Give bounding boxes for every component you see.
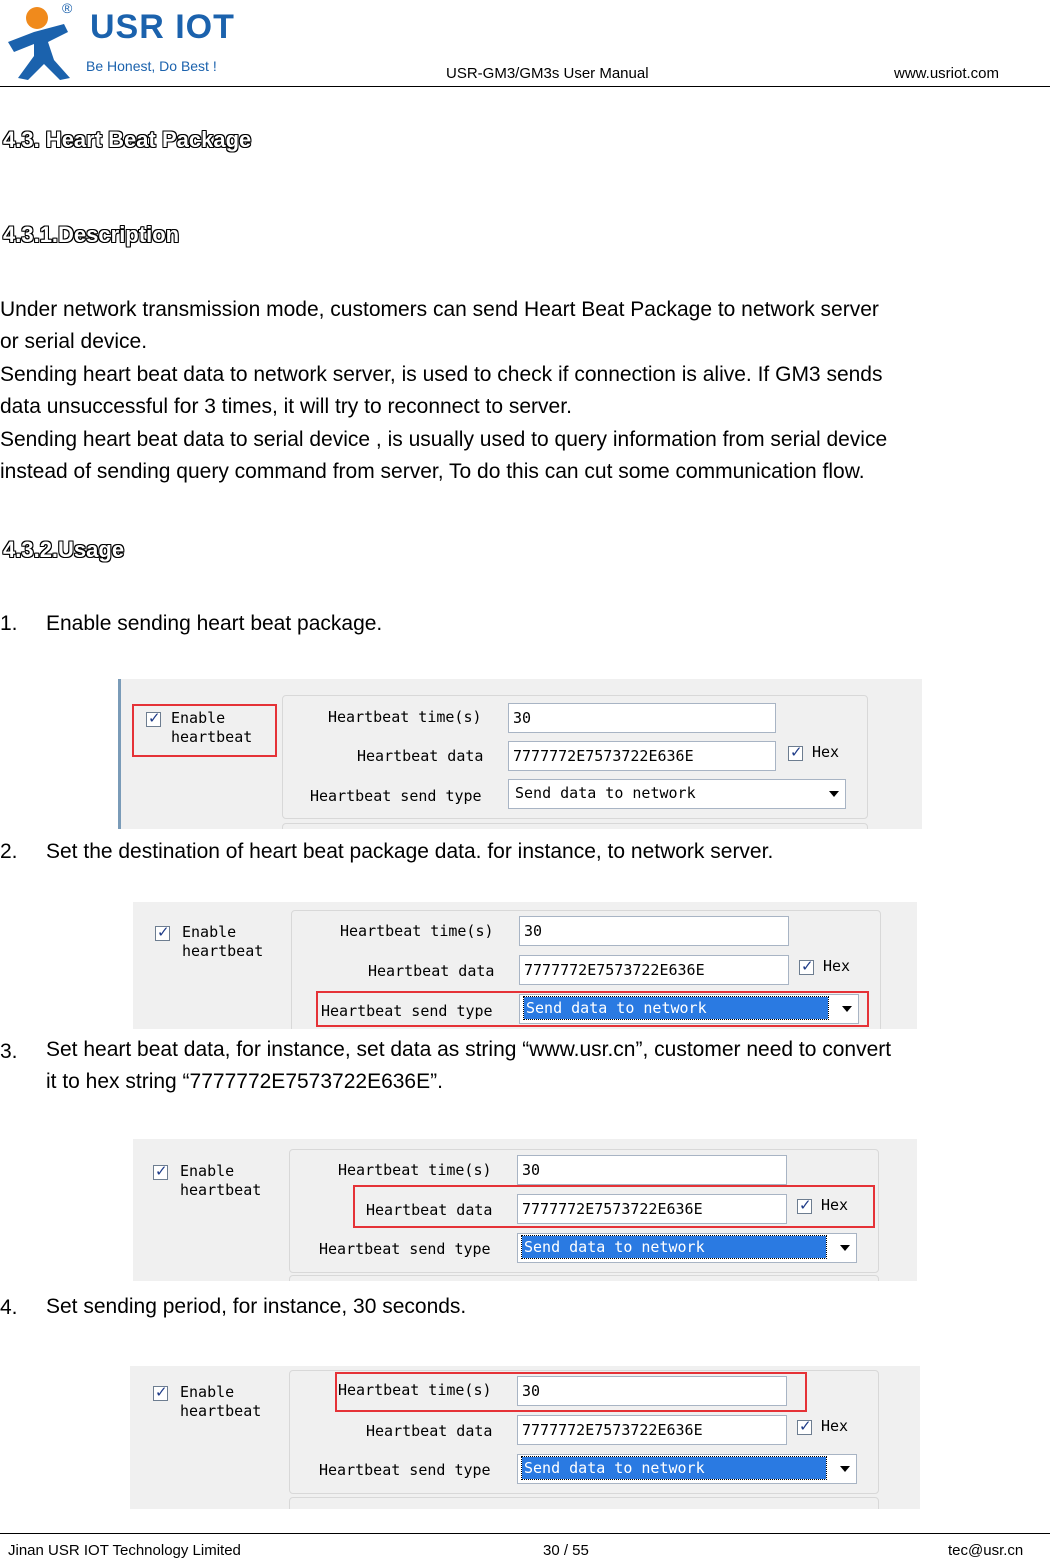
step-number: 4. [0,1296,18,1319]
heartbeat-send-type-label: Heartbeat send type [310,787,482,805]
page-number: 30 / 55 [543,1542,589,1559]
highlight-box [353,1185,875,1228]
description-line: or serial device. [0,330,148,353]
heartbeat-time-label: Heartbeat time(s) [340,922,494,940]
section-heading-4-3-2: 4.3.2.Usage [3,537,125,562]
window-edge [118,679,121,829]
enable-heartbeat-checkbox[interactable] [153,1162,168,1180]
heartbeat-time-input[interactable]: 30 [519,916,789,946]
heartbeat-data-label: Heartbeat data [357,747,484,765]
hex-label: Hex [823,957,851,975]
website-link[interactable]: www.usriot.com [894,65,999,82]
enable-label: Enable [180,1162,235,1180]
registered-mark: ® [62,0,73,16]
section-heading-4-3: 4.3. Heart Beat Package [3,127,252,152]
next-group [289,1275,879,1281]
section-heading-4-3-1: 4.3.1.Description [3,222,180,247]
next-group [289,1497,879,1509]
heartbeat-send-type-label: Heartbeat send type [319,1240,491,1258]
document-title: USR-GM3/GM3s User Manual [446,65,649,82]
step-text: Set heart beat data, for instance, set d… [46,1038,892,1061]
step-number: 2. [0,840,18,863]
heartbeat-time-label: Heartbeat time(s) [328,708,482,726]
step-text: Set sending period, for instance, 30 sec… [46,1295,467,1318]
heartbeat-data-input[interactable]: 7777772E7573722E636E [517,1415,787,1445]
next-group [282,823,868,829]
footer-divider [0,1533,1050,1534]
send-type-select[interactable]: Send data to network [517,1233,857,1263]
heartbeat-time-input[interactable]: 30 [508,703,776,733]
screenshot-send-type: Enable heartbeat Heartbeat time(s) 30 He… [133,902,917,1029]
step-text: Enable sending heart beat package. [46,612,383,635]
usr-iot-logo: ® USR IOT Be Honest, Do Best ! [4,0,244,82]
description-line: Sending heart beat data to serial device… [0,428,888,451]
screenshot-heartbeat-time: Enable heartbeat Heartbeat time(s) 30 He… [130,1366,920,1509]
send-type-value: Send data to network [515,784,696,802]
heartbeat-send-type-label: Heartbeat send type [319,1461,491,1479]
highlight-box [316,991,869,1027]
chevron-down-icon[interactable] [840,1245,850,1251]
heartbeat-time-label: Heartbeat time(s) [338,1161,492,1179]
enable-label: Enable [182,923,237,941]
usr-logo-figure-icon [8,7,70,80]
heartbeat-data-input[interactable]: 7777772E7573722E636E [519,955,789,985]
footer-email[interactable]: tec@usr.cn [948,1542,1023,1559]
description-line: data unsuccessful for 3 times, it will t… [0,395,572,418]
chevron-down-icon[interactable] [829,791,839,797]
description-line: Sending heart beat data to network serve… [0,363,883,386]
description-line: instead of sending query command from se… [0,460,865,483]
brand-slogan: Be Honest, Do Best ! [86,58,217,74]
enable-heartbeat-checkbox[interactable] [153,1383,168,1401]
heartbeat-time-input[interactable]: 30 [517,1155,787,1185]
heartbeat-data-input[interactable]: 7777772E7573722E636E [508,741,776,771]
screenshot-enable-heartbeat: Enable heartbeat Heartbeat time(s) 30 He… [118,679,922,829]
send-type-value: Send data to network [521,1456,827,1480]
hex-checkbox[interactable] [799,957,814,975]
description-line: Under network transmission mode, custome… [0,298,879,321]
highlight-box [335,1372,807,1412]
hex-checkbox[interactable] [788,743,803,761]
footer-company: Jinan USR IOT Technology Limited [8,1542,241,1559]
brand-name: USR IOT [90,8,235,46]
send-type-value: Send data to network [521,1235,827,1259]
chevron-down-icon[interactable] [840,1466,850,1472]
highlight-box [132,704,277,757]
step-number: 1. [0,612,18,635]
heartbeat-label: heartbeat [182,942,264,960]
step-text: it to hex string “7777772E7573722E636E”. [46,1070,443,1093]
enable-label: Enable [180,1383,235,1401]
hex-label: Hex [812,743,840,761]
heartbeat-label: heartbeat [180,1181,262,1199]
step-text: Set the destination of heart beat packag… [46,840,774,863]
hex-checkbox[interactable] [797,1417,812,1435]
heartbeat-data-label: Heartbeat data [368,962,495,980]
screenshot-heartbeat-data: Enable heartbeat Heartbeat time(s) 30 He… [133,1139,917,1281]
send-type-select[interactable]: Send data to network [508,779,846,809]
heartbeat-data-label: Heartbeat data [366,1422,493,1440]
heartbeat-label: heartbeat [180,1402,262,1420]
step-number: 3. [0,1040,18,1063]
enable-heartbeat-checkbox[interactable] [155,923,170,941]
hex-label: Hex [821,1417,849,1435]
send-type-select[interactable]: Send data to network [517,1454,857,1484]
header-divider [0,86,1050,87]
